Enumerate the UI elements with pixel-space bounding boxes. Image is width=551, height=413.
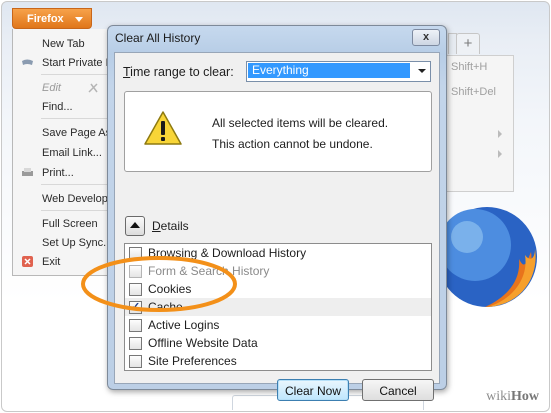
close-button[interactable]: x <box>412 29 440 46</box>
clear-history-dialog: Clear All History x Time range to clear:… <box>107 25 447 401</box>
details-label: Details <box>152 219 189 233</box>
checkbox[interactable] <box>129 337 142 350</box>
checkmark-icon: ✓ <box>131 301 141 313</box>
menu-item-new-tab[interactable]: New Tab <box>42 38 85 50</box>
warning-text-line1: All selected items will be cleared. <box>212 116 389 130</box>
wikihow-watermark: wikiHow <box>486 389 539 405</box>
checkbox[interactable] <box>129 247 142 260</box>
list-item-active-logins[interactable]: Active Logins <box>125 316 431 334</box>
new-tab-button[interactable]: + <box>456 33 480 54</box>
chevron-right-icon <box>498 130 502 138</box>
history-items-list: Browsing & Download History Form & Searc… <box>124 243 432 371</box>
time-range-value: Everything <box>248 63 410 78</box>
shortcut-text: Shift+H <box>451 61 488 73</box>
firefox-menu-button[interactable]: Firefox <box>12 8 92 29</box>
details-label-text: etails <box>160 219 189 233</box>
browser-window: + Shift+H Shift+Del Firefox New Tab Star… <box>1 1 550 412</box>
list-item-browsing-history[interactable]: Browsing & Download History <box>125 244 431 262</box>
chevron-down-icon <box>75 17 83 22</box>
printer-icon <box>22 168 33 176</box>
menu-separator <box>41 184 111 185</box>
firefox-menu-label: Firefox <box>27 13 64 25</box>
checkbox[interactable] <box>129 355 142 368</box>
checkbox[interactable]: ✓ <box>129 301 142 314</box>
checkbox[interactable] <box>129 265 142 278</box>
list-item-offline-data[interactable]: Offline Website Data <box>125 334 431 352</box>
dropdown-arrow-icon[interactable] <box>414 63 429 78</box>
list-item-form-search-history[interactable]: Form & Search History <box>125 262 431 280</box>
list-item-label: Active Logins <box>148 318 220 332</box>
menu-item-edit[interactable]: Edit <box>42 82 61 94</box>
checkbox[interactable] <box>129 319 142 332</box>
dialog-title: Clear All History <box>115 31 201 45</box>
list-item-label: Browsing & Download History <box>148 246 307 260</box>
list-item-label: Cache <box>148 300 183 314</box>
menu-separator <box>41 210 111 211</box>
exit-icon <box>22 256 33 267</box>
checkbox[interactable] <box>129 283 142 296</box>
time-range-label: Time range to clear: <box>123 65 234 79</box>
menu-item-full-screen[interactable]: Full Screen <box>42 218 98 230</box>
menu-item-private-browsing[interactable]: Start Private B <box>42 57 113 69</box>
list-item-cache[interactable]: ✓ Cache <box>125 298 431 316</box>
watermark-prefix: wiki <box>486 389 511 404</box>
details-toggle-button[interactable] <box>125 216 145 236</box>
chevron-right-icon <box>498 150 502 158</box>
time-range-label-text: ime range to clear: <box>130 65 234 79</box>
list-item-label: Cookies <box>148 282 192 296</box>
menu-separator <box>41 118 111 119</box>
close-icon: x <box>422 31 430 43</box>
menu-separator <box>41 74 111 75</box>
scissors-icon <box>88 83 98 93</box>
shortcut-text: Shift+Del <box>451 86 496 98</box>
warning-box: All selected items will be cleared. This… <box>124 91 432 172</box>
time-range-select[interactable]: Everything <box>246 61 431 82</box>
warning-text-line2: This action cannot be undone. <box>212 137 373 151</box>
details-accesskey: D <box>152 219 161 233</box>
menu-item-email-link[interactable]: Email Link... <box>42 147 102 159</box>
firefox-menu: New Tab Start Private B Edit Find... Sav… <box>12 29 120 276</box>
dialog-body: Time range to clear: Everything All sele… <box>114 52 440 401</box>
list-item-label: Site Preferences <box>148 354 237 368</box>
clear-now-button[interactable]: Clear Now <box>277 379 349 401</box>
private-browsing-icon <box>22 59 33 65</box>
list-item-label: Offline Website Data <box>148 336 258 350</box>
menu-item-set-up-sync[interactable]: Set Up Sync... <box>42 237 112 249</box>
submenu-panel: Shift+H Shift+Del <box>442 55 514 192</box>
menu-item-print[interactable]: Print... <box>42 167 74 179</box>
warning-icon <box>144 111 182 145</box>
menu-item-web-developer[interactable]: Web Develope <box>42 193 114 205</box>
watermark-suffix: How <box>511 389 539 404</box>
list-item-site-preferences[interactable]: Site Preferences <box>125 352 431 370</box>
menu-item-find[interactable]: Find... <box>42 101 73 113</box>
list-item-cookies[interactable]: Cookies <box>125 280 431 298</box>
list-item-label: Form & Search History <box>148 264 270 278</box>
cancel-button[interactable]: Cancel <box>362 379 434 401</box>
menu-item-exit[interactable]: Exit <box>42 256 60 268</box>
